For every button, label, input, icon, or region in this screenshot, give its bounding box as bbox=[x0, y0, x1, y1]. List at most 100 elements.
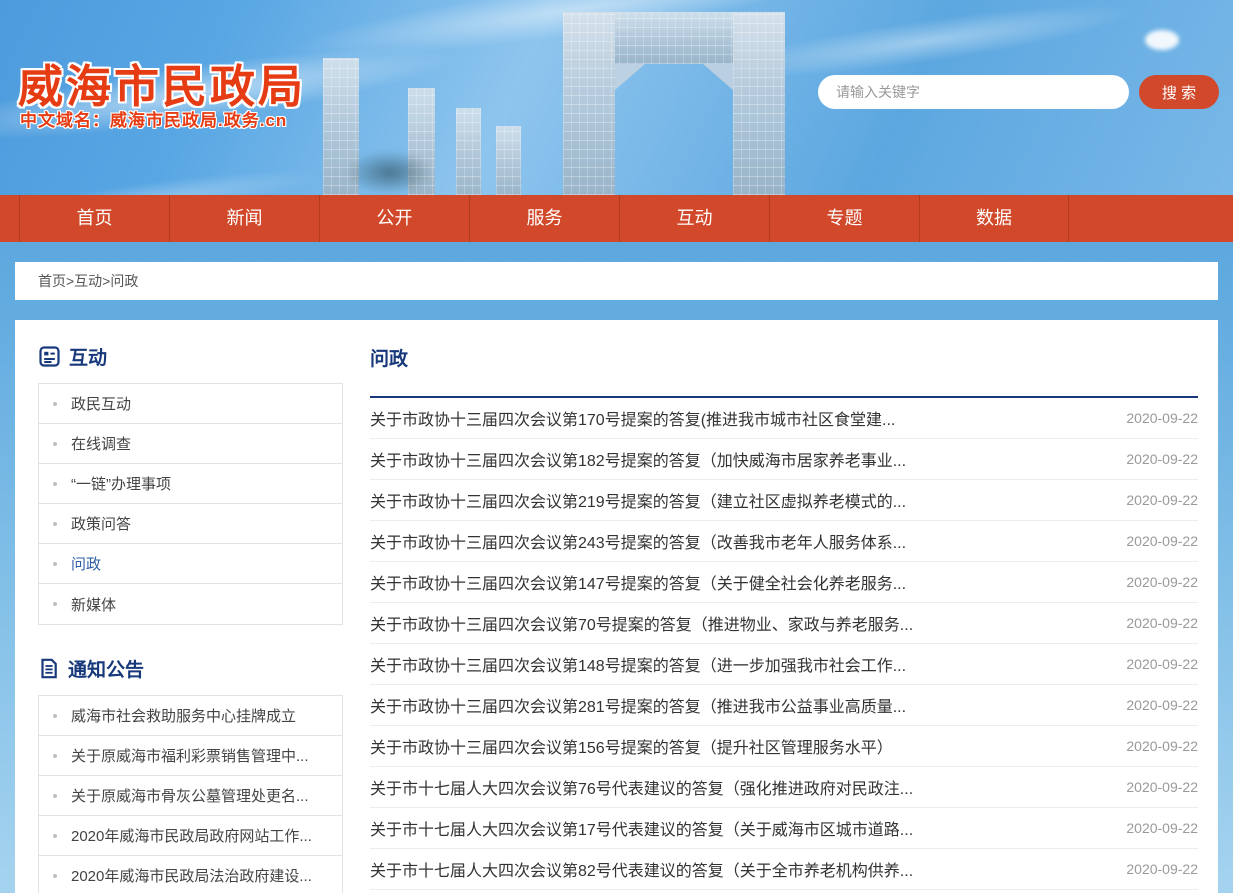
main-panel: 问政 关于市政协十三届四次会议第170号提案的答复(推进我市城市社区食堂建...… bbox=[370, 320, 1198, 890]
notice-item[interactable]: 关于原威海市骨灰公墓管理处更名... bbox=[39, 776, 342, 816]
article-row[interactable]: 关于市政协十三届四次会议第170号提案的答复(推进我市城市社区食堂建... 20… bbox=[370, 398, 1198, 439]
article-title[interactable]: 关于市政协十三届四次会议第147号提案的答复（关于健全社会化养老服务... bbox=[370, 570, 906, 594]
article-date: 2020-09-22 bbox=[1126, 615, 1198, 631]
article-date: 2020-09-22 bbox=[1126, 451, 1198, 467]
article-title[interactable]: 关于市十七届人大四次会议第82号代表建议的答复（关于全市养老机构供养... bbox=[370, 857, 913, 881]
notice-item[interactable]: 2020年威海市民政局政府网站工作... bbox=[39, 816, 342, 856]
article-title[interactable]: 关于市政协十三届四次会议第281号提案的答复（推进我市公益事业高质量... bbox=[370, 693, 906, 717]
sidebar-section-notice-heading: 通知公告 bbox=[39, 655, 343, 682]
article-title[interactable]: 关于市政协十三届四次会议第182号提案的答复（加快威海市居家养老事业... bbox=[370, 447, 906, 471]
article-row[interactable]: 关于市政协十三届四次会议第243号提案的答复（改善我市老年人服务体系... 20… bbox=[370, 521, 1198, 562]
article-title[interactable]: 关于市政协十三届四次会议第156号提案的答复（提升社区管理服务水平） bbox=[370, 734, 893, 758]
bullet-icon bbox=[53, 522, 57, 526]
monument-arch-slant bbox=[703, 64, 733, 90]
nav-item-home[interactable]: 首页 bbox=[19, 195, 169, 242]
sidebar-item-label: 新媒体 bbox=[71, 594, 116, 615]
notice-item[interactable]: 2020年威海市民政局法治政府建设... bbox=[39, 856, 342, 893]
article-title[interactable]: 关于市政协十三届四次会议第70号提案的答复（推进物业、家政与养老服务... bbox=[370, 611, 913, 635]
article-title[interactable]: 关于市十七届人大四次会议第76号代表建议的答复（强化推进政府对民政注... bbox=[370, 775, 913, 799]
notice-item-label: 2020年威海市民政局法治政府建设... bbox=[71, 865, 312, 886]
sidebar-item-zhengmin-hudong[interactable]: 政民互动 bbox=[39, 384, 342, 424]
monument-arch-left-column bbox=[563, 12, 615, 195]
site-header: 威海市民政局 中文域名：威海市民政局.政务.cn 搜 索 bbox=[0, 0, 1233, 195]
article-date: 2020-09-22 bbox=[1126, 738, 1198, 754]
cloud-decor bbox=[1145, 30, 1179, 50]
bullet-icon bbox=[53, 442, 57, 446]
article-date: 2020-09-22 bbox=[1126, 861, 1198, 877]
article-date: 2020-09-22 bbox=[1126, 492, 1198, 508]
article-row[interactable]: 关于市政协十三届四次会议第281号提案的答复（推进我市公益事业高质量... 20… bbox=[370, 685, 1198, 726]
bullet-icon bbox=[53, 482, 57, 486]
sidebar-item-policy-qa[interactable]: 政策问答 bbox=[39, 504, 342, 544]
sidebar-notice-list: 威海市社会救助服务中心挂牌成立 关于原威海市福利彩票销售管理中... 关于原威海… bbox=[38, 695, 343, 893]
article-date: 2020-09-22 bbox=[1126, 779, 1198, 795]
article-title[interactable]: 关于市政协十三届四次会议第148号提案的答复（进一步加强我市社会工作... bbox=[370, 652, 906, 676]
sidebar-section-interact-heading: 互动 bbox=[39, 343, 343, 370]
building-pillar bbox=[456, 108, 481, 195]
bullet-icon bbox=[53, 562, 57, 566]
sidebar-item-label: 政民互动 bbox=[71, 393, 131, 414]
sidebar-item-label: 在线调查 bbox=[71, 433, 131, 454]
search-input[interactable] bbox=[818, 75, 1129, 109]
article-date: 2020-09-22 bbox=[1126, 574, 1198, 590]
article-row[interactable]: 关于市政协十三届四次会议第219号提案的答复（建立社区虚拟养老模式的... 20… bbox=[370, 480, 1198, 521]
monument-arch-right-column bbox=[733, 12, 785, 195]
sidebar-item-one-chain-matters[interactable]: “一链”办理事项 bbox=[39, 464, 342, 504]
nav-item-news[interactable]: 新闻 bbox=[169, 195, 319, 242]
main-nav: 首页 新闻 公开 服务 互动 专题 数据 bbox=[0, 195, 1233, 242]
nav-item-special[interactable]: 专题 bbox=[769, 195, 919, 242]
article-title[interactable]: 关于市政协十三届四次会议第219号提案的答复（建立社区虚拟养老模式的... bbox=[370, 488, 906, 512]
search-button[interactable]: 搜 索 bbox=[1139, 75, 1219, 109]
sidebar-item-online-survey[interactable]: 在线调查 bbox=[39, 424, 342, 464]
notice-item-label: 关于原威海市骨灰公墓管理处更名... bbox=[71, 785, 309, 806]
sidebar: 互动 政民互动 在线调查 “一链”办理事项 政策问答 问政 bbox=[38, 320, 343, 893]
trees-decor bbox=[345, 150, 435, 195]
page-title: 问政 bbox=[370, 344, 1198, 371]
bullet-icon bbox=[53, 834, 57, 838]
article-row[interactable]: 关于市政协十三届四次会议第148号提案的答复（进一步加强我市社会工作... 20… bbox=[370, 644, 1198, 685]
sidebar-item-new-media[interactable]: 新媒体 bbox=[39, 584, 342, 624]
sidebar-item-label: 问政 bbox=[71, 553, 101, 574]
bullet-icon bbox=[53, 402, 57, 406]
article-title[interactable]: 关于市十七届人大四次会议第17号代表建议的答复（关于威海市区城市道路... bbox=[370, 816, 913, 840]
nav-item-service[interactable]: 服务 bbox=[469, 195, 619, 242]
sidebar-item-label: 政策问答 bbox=[71, 513, 131, 534]
article-row[interactable]: 关于市十七届人大四次会议第76号代表建议的答复（强化推进政府对民政注... 20… bbox=[370, 767, 1198, 808]
form-grid-icon bbox=[39, 346, 60, 367]
article-row[interactable]: 关于市政协十三届四次会议第156号提案的答复（提升社区管理服务水平） 2020-… bbox=[370, 726, 1198, 767]
article-date: 2020-09-22 bbox=[1126, 533, 1198, 549]
document-icon bbox=[39, 658, 59, 679]
bullet-icon bbox=[53, 754, 57, 758]
bullet-icon bbox=[53, 874, 57, 878]
article-date: 2020-09-22 bbox=[1126, 820, 1198, 836]
article-date: 2020-09-22 bbox=[1126, 656, 1198, 672]
notice-item-label: 威海市社会救助服务中心挂牌成立 bbox=[71, 705, 296, 726]
article-row[interactable]: 关于市十七届人大四次会议第17号代表建议的答复（关于威海市区城市道路... 20… bbox=[370, 808, 1198, 849]
breadcrumb[interactable]: 首页>互动>问政 bbox=[15, 262, 1218, 300]
sidebar-item-wenzheng[interactable]: 问政 bbox=[39, 544, 342, 584]
bullet-icon bbox=[53, 794, 57, 798]
sidebar-section-title: 互动 bbox=[69, 343, 107, 370]
article-row[interactable]: 关于市十七届人大四次会议第82号代表建议的答复（关于全市养老机构供养... 20… bbox=[370, 849, 1198, 890]
nav-item-interact[interactable]: 互动 bbox=[619, 195, 769, 242]
notice-item-label: 关于原威海市福利彩票销售管理中... bbox=[71, 745, 309, 766]
article-title[interactable]: 关于市政协十三届四次会议第170号提案的答复(推进我市城市社区食堂建... bbox=[370, 406, 895, 430]
article-title[interactable]: 关于市政协十三届四次会议第243号提案的答复（改善我市老年人服务体系... bbox=[370, 529, 906, 553]
bullet-icon bbox=[53, 714, 57, 718]
content-container: 互动 政民互动 在线调查 “一链”办理事项 政策问答 问政 bbox=[15, 320, 1218, 893]
sidebar-item-label: “一链”办理事项 bbox=[71, 473, 171, 494]
site-domain-line: 中文域名：威海市民政局.政务.cn bbox=[20, 106, 287, 131]
article-date: 2020-09-22 bbox=[1126, 410, 1198, 426]
notice-item-label: 2020年威海市民政局政府网站工作... bbox=[71, 825, 312, 846]
nav-item-open[interactable]: 公开 bbox=[319, 195, 469, 242]
sidebar-section-title: 通知公告 bbox=[68, 655, 144, 682]
notice-item[interactable]: 威海市社会救助服务中心挂牌成立 bbox=[39, 696, 342, 736]
bullet-icon bbox=[53, 602, 57, 606]
nav-item-data[interactable]: 数据 bbox=[919, 195, 1069, 242]
article-row[interactable]: 关于市政协十三届四次会议第70号提案的答复（推进物业、家政与养老服务... 20… bbox=[370, 603, 1198, 644]
notice-item[interactable]: 关于原威海市福利彩票销售管理中... bbox=[39, 736, 342, 776]
sidebar-interact-list: 政民互动 在线调查 “一链”办理事项 政策问答 问政 新媒体 bbox=[38, 383, 343, 625]
article-row[interactable]: 关于市政协十三届四次会议第147号提案的答复（关于健全社会化养老服务... 20… bbox=[370, 562, 1198, 603]
building-pillar bbox=[496, 126, 521, 195]
article-row[interactable]: 关于市政协十三届四次会议第182号提案的答复（加快威海市居家养老事业... 20… bbox=[370, 439, 1198, 480]
